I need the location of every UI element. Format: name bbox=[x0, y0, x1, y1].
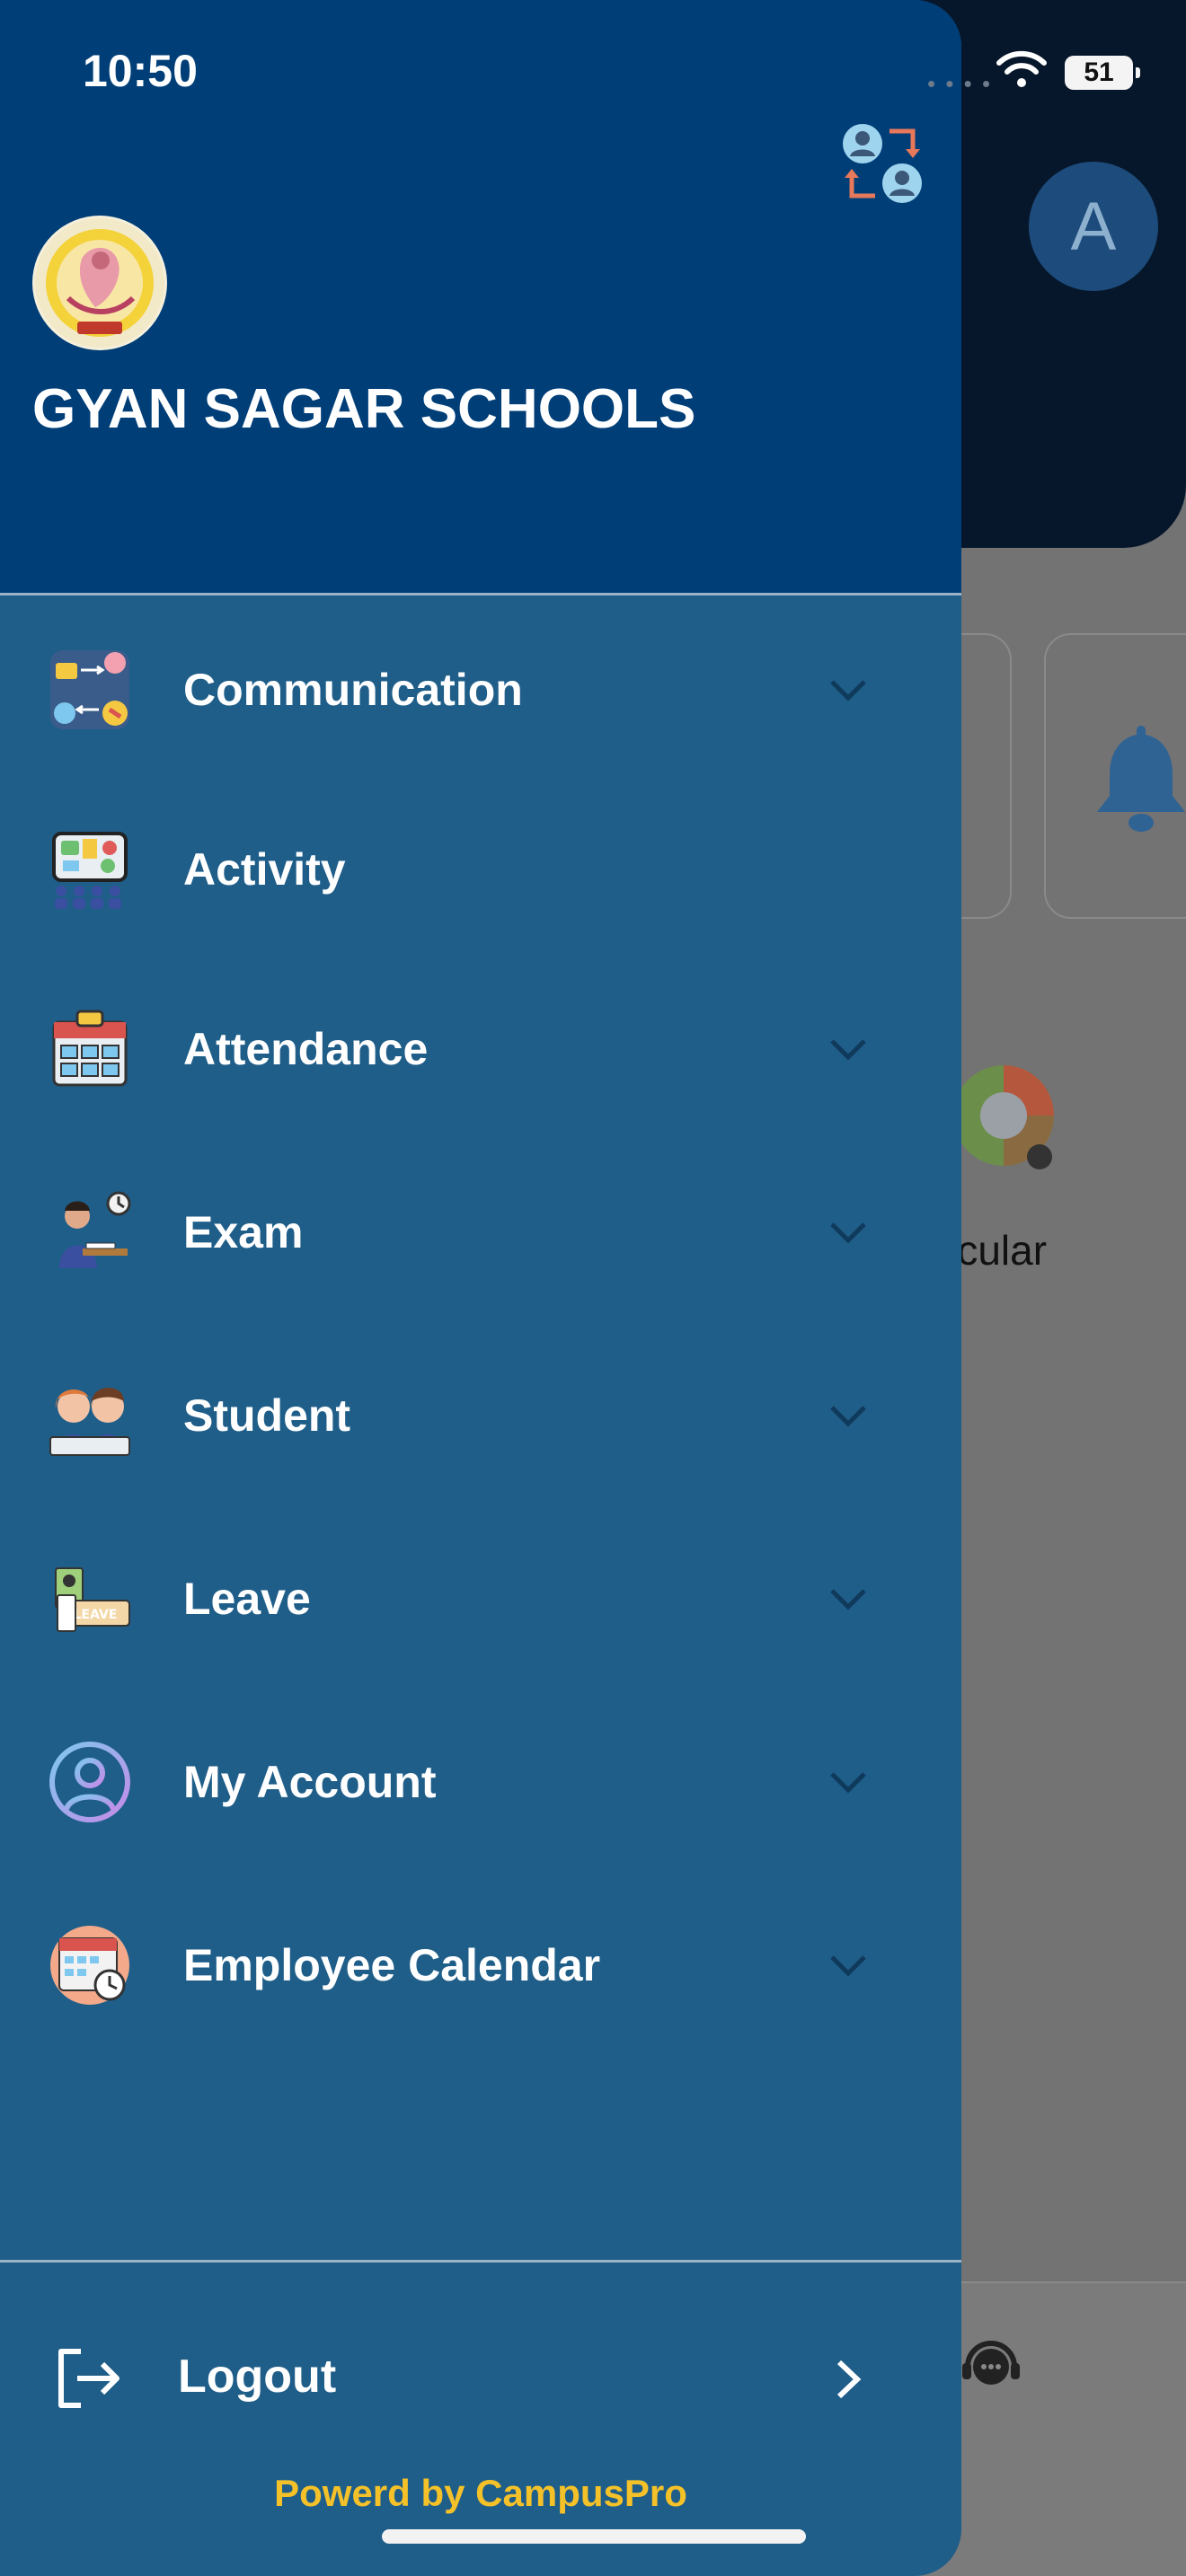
logout-label: Logout bbox=[178, 2351, 337, 2403]
student-icon bbox=[49, 1388, 130, 1456]
powered-by: Powerd by CampusPro bbox=[274, 2472, 687, 2514]
logout-button[interactable]: Logout bbox=[0, 2317, 961, 2443]
menu-label: My Account bbox=[183, 1757, 437, 1807]
svg-text:LEAVE: LEAVE bbox=[74, 1608, 118, 1622]
menu-item-student[interactable]: Student bbox=[0, 1348, 961, 1483]
school-logo bbox=[32, 216, 167, 350]
header-divider bbox=[0, 593, 961, 595]
menu-label: Activity bbox=[183, 844, 346, 895]
menu-item-activity[interactable]: Activity bbox=[0, 802, 961, 937]
menu-item-exam[interactable]: Exam bbox=[0, 1165, 961, 1300]
circular-icon bbox=[953, 1065, 1054, 1169]
menu-item-my-account[interactable]: My Account bbox=[0, 1715, 961, 1849]
chevron-down-icon[interactable] bbox=[828, 1952, 868, 1979]
menu-item-employee-calendar[interactable]: Employee Calendar bbox=[0, 1898, 961, 2033]
bell-icon bbox=[1097, 726, 1185, 832]
switch-user-icon[interactable] bbox=[837, 119, 927, 208]
background-avatar: A bbox=[1029, 162, 1158, 291]
chevron-down-icon[interactable] bbox=[828, 1036, 868, 1063]
attendance-icon bbox=[52, 1010, 128, 1087]
menu-label: Attendance bbox=[183, 1024, 429, 1074]
chevron-down-icon[interactable] bbox=[828, 676, 868, 703]
menu-label: Employee Calendar bbox=[183, 1940, 601, 1990]
menu-item-attendance[interactable]: Attendance bbox=[0, 982, 961, 1116]
menu-label: Communication bbox=[183, 665, 523, 715]
menu-label: Leave bbox=[183, 1574, 311, 1624]
home-indicator[interactable] bbox=[382, 2529, 806, 2544]
communication-icon bbox=[50, 650, 129, 729]
status-time: 10:50 bbox=[83, 46, 198, 96]
activity-icon bbox=[52, 832, 128, 909]
wifi-icon bbox=[996, 50, 1047, 87]
chevron-down-icon[interactable] bbox=[828, 1402, 868, 1429]
battery-indicator: 51 bbox=[1065, 56, 1140, 90]
school-name: GYAN SAGAR SCHOOLS bbox=[32, 378, 696, 440]
account-icon bbox=[49, 1742, 130, 1822]
menu-item-leave[interactable]: LEAVE Leave bbox=[0, 1531, 961, 1666]
support-icon bbox=[962, 2341, 1020, 2385]
exam-icon bbox=[59, 1191, 131, 1268]
chevron-down-icon[interactable] bbox=[828, 1769, 868, 1795]
chevron-right-icon bbox=[836, 2360, 862, 2399]
menu-item-communication[interactable]: Communication bbox=[0, 622, 961, 757]
navigation-drawer: GYAN SAGAR SCHOOLS Communication Activit… bbox=[0, 0, 961, 2576]
leave-icon: LEAVE bbox=[55, 1567, 130, 1632]
menu-label: Exam bbox=[183, 1207, 304, 1257]
logout-icon bbox=[58, 2349, 119, 2408]
menu-label: Student bbox=[183, 1390, 351, 1441]
chevron-down-icon[interactable] bbox=[828, 1585, 868, 1612]
calendar-icon bbox=[50, 1926, 129, 2005]
footer-divider bbox=[0, 2260, 961, 2263]
chevron-down-icon[interactable] bbox=[828, 1219, 868, 1246]
signal-icon: • • • • bbox=[927, 70, 993, 97]
